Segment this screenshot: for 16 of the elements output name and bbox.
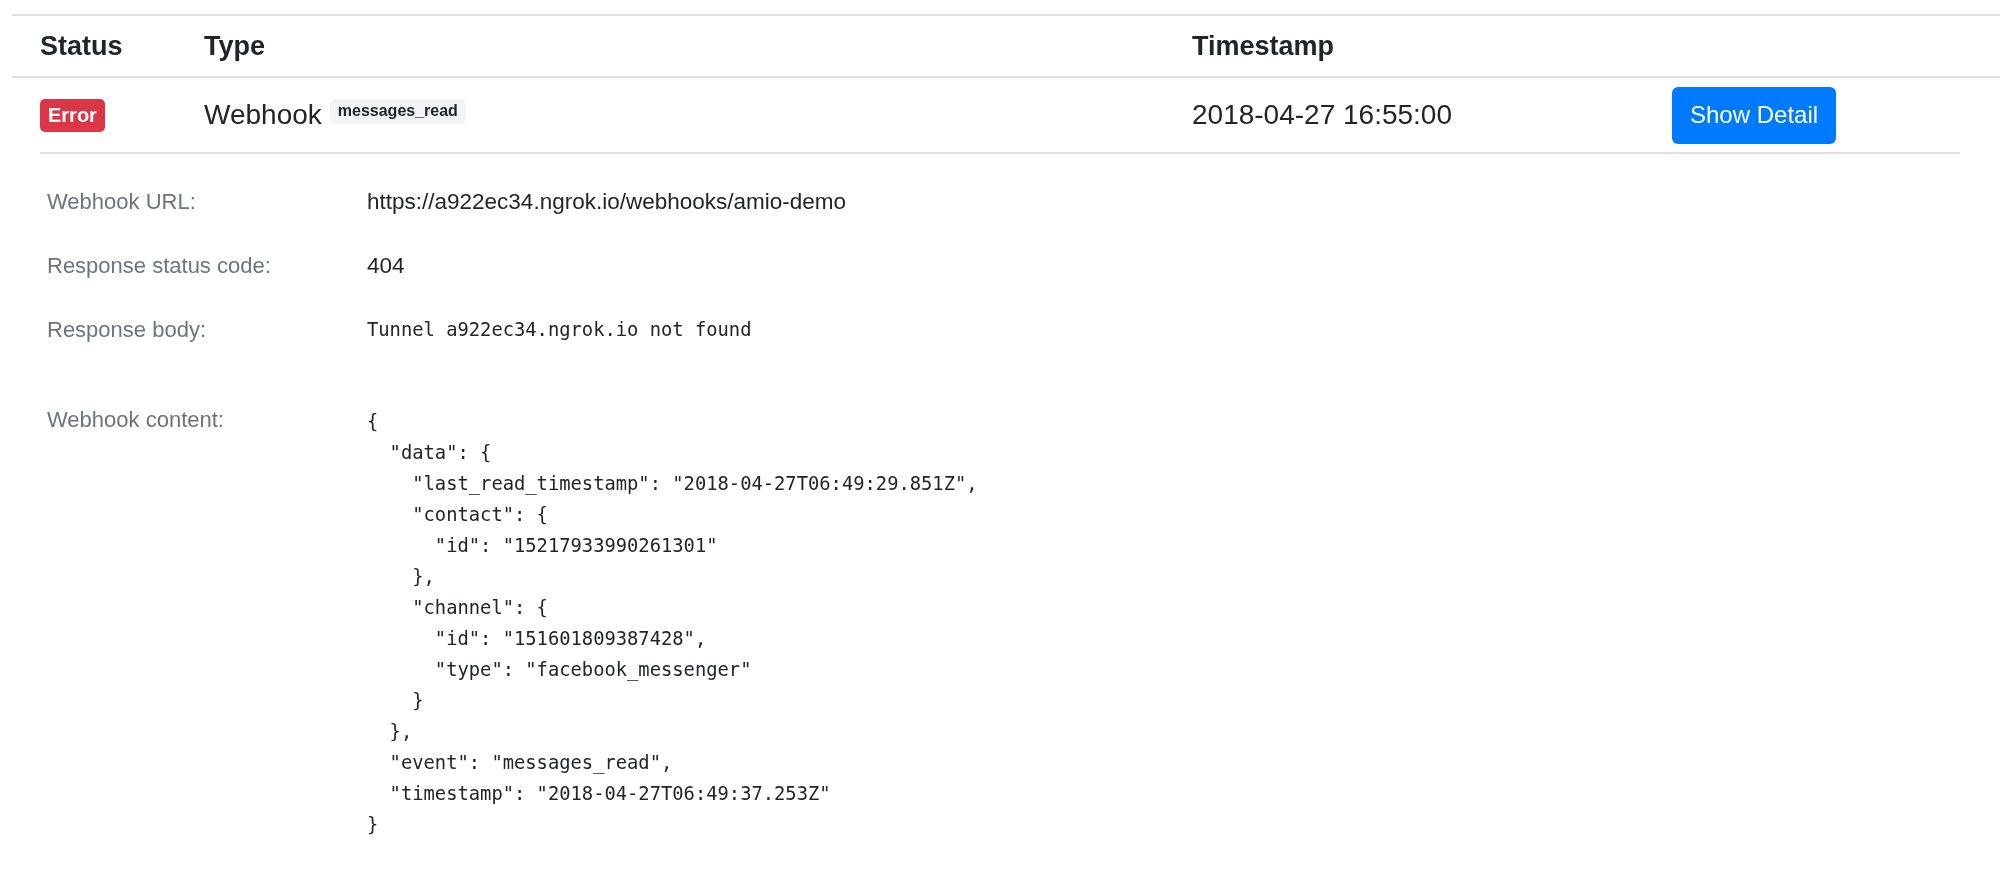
- event-type-text: Webhook: [204, 98, 322, 132]
- json-content-text: { "data": { "last_read_timestamp": "2018-04-27T06:49:29.851Z", "contact": { "id": "15217933990261301" }, "channel": { "id": "151601809387428", "type": "facebook_messenger" } }, "event": "messages_read", "timestamp": "2018-04-27T06:49:37.253Z" }: [367, 410, 978, 837]
- field-label: Webhook URL:: [47, 189, 196, 214]
- field-label: Response body:: [47, 317, 206, 342]
- event-name-tag: messages_read: [329, 98, 466, 124]
- timestamp-text: 2018-04-27 16:55:00: [1192, 98, 1452, 132]
- column-header: Status: [40, 30, 123, 61]
- status-badge: Error: [40, 98, 105, 132]
- response-body-text: Tunnel a922ec34.ngrok.io not found: [367, 318, 752, 342]
- show-detail-button[interactable]: Show Detail: [1672, 86, 1837, 144]
- field-value: 404: [367, 252, 405, 280]
- field-value: https://a922ec34.ngrok.io/webhooks/amio-demo: [367, 188, 847, 216]
- field-label: Webhook content:: [47, 407, 224, 432]
- column-header: Type: [204, 30, 265, 61]
- column-header: Timestamp: [1192, 30, 1335, 61]
- field-label: Response status code:: [47, 253, 271, 278]
